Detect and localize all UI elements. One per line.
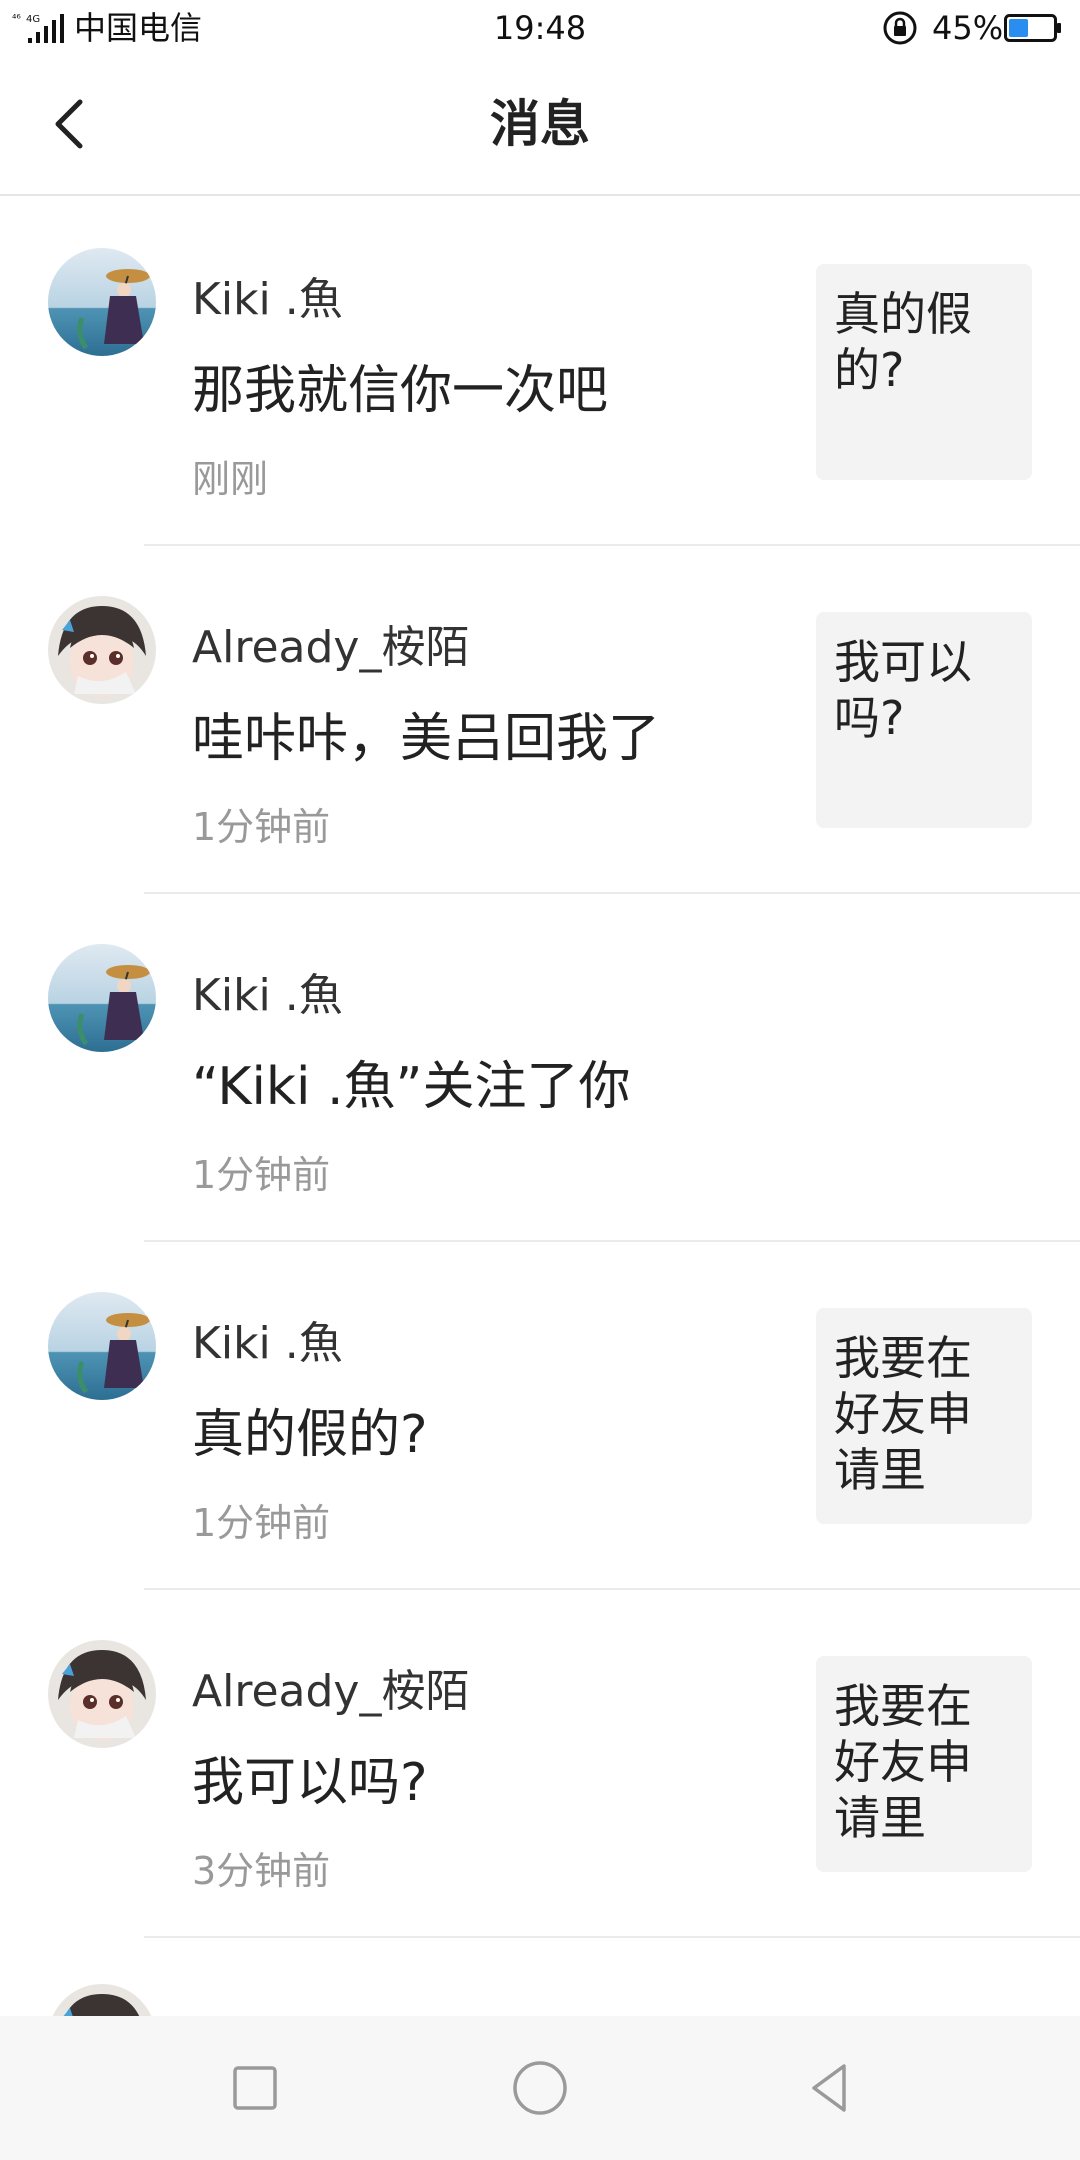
status-bar: ⁴⁶ 4G 中国电信 19:48 45% [0,0,1080,56]
avatar-anime-boy[interactable] [48,1640,156,1748]
message-item[interactable]: Already_桉陌 哇咔咔，美吕回我了 1分钟前 我可以吗? [0,546,1080,894]
message-item[interactable]: Already_桉陌 我可以吗? 3分钟前 我要在好友申请里抽… [0,1590,1080,1938]
message-preview[interactable]: 我要在好友申请里抽… [816,1308,1032,1524]
rotation-lock-icon [883,11,917,45]
avatar-girl-umbrella[interactable] [48,944,156,1052]
preview-text: 我可以吗? [834,635,972,745]
battery-percent: 45% [932,9,1004,47]
message-time: 刚刚 [192,457,269,501]
message-time: 1分钟前 [192,1153,331,1197]
app-header: 消息 [0,56,1080,196]
avatar-girl-umbrella[interactable] [48,1292,156,1400]
message-text: 真的假的? [192,1405,428,1465]
square-icon[interactable] [225,2058,285,2118]
status-clock: 19:48 [493,9,587,47]
message-item[interactable]: Kiki .魚 那我就信你一次吧 刚刚 真的假的? [0,198,1080,546]
circle-icon[interactable] [510,2058,570,2118]
system-nav-bar [0,2016,1080,2160]
sender-name: Kiki .魚 [192,274,343,325]
page-title: 消息 [490,95,590,153]
message-preview[interactable]: 我可以吗? [816,612,1032,828]
preview-text: 我要在好友申请里抽… [834,1331,972,1497]
message-preview[interactable]: 我要在好友申请里抽… [816,1656,1032,1872]
avatar-girl-umbrella[interactable] [48,248,156,356]
message-text: 哇咔咔，美吕回我了 [192,709,661,769]
message-text: “Kiki .魚”关注了你 [192,1057,631,1117]
message-time: 3分钟前 [192,1849,331,1893]
avatar-anime-boy[interactable] [48,596,156,704]
message-item[interactable]: Kiki .魚 “Kiki .魚”关注了你 1分钟前 [0,894,1080,1242]
message-preview[interactable]: 真的假的? [816,264,1032,480]
message-list: Kiki .魚 那我就信你一次吧 刚刚 真的假的? Already_桉陌 哇咔咔… [0,198,1080,1938]
sender-name: Already_桉陌 [192,1666,470,1717]
preview-text: 真的假的? [834,287,972,397]
messages-screen: ⁴⁶ 4G 中国电信 19:48 45% 消息 Kiki .魚 那我就信你一次吧… [0,0,1080,2160]
message-text: 我可以吗? [192,1753,428,1813]
preview-text: 我要在好友申请里抽… [834,1679,972,1845]
message-time: 1分钟前 [192,1501,331,1545]
battery-icon [1004,14,1061,42]
message-text: 那我就信你一次吧 [192,361,609,421]
message-time: 1分钟前 [192,805,331,849]
triangle-back-icon[interactable] [800,2058,860,2118]
message-item[interactable]: Kiki .魚 真的假的? 1分钟前 我要在好友申请里抽… [0,1242,1080,1590]
sender-name: Kiki .魚 [192,1318,343,1369]
sender-name: Kiki .魚 [192,970,343,1021]
sender-name: Already_桉陌 [192,622,470,673]
divider [144,1936,1080,1938]
